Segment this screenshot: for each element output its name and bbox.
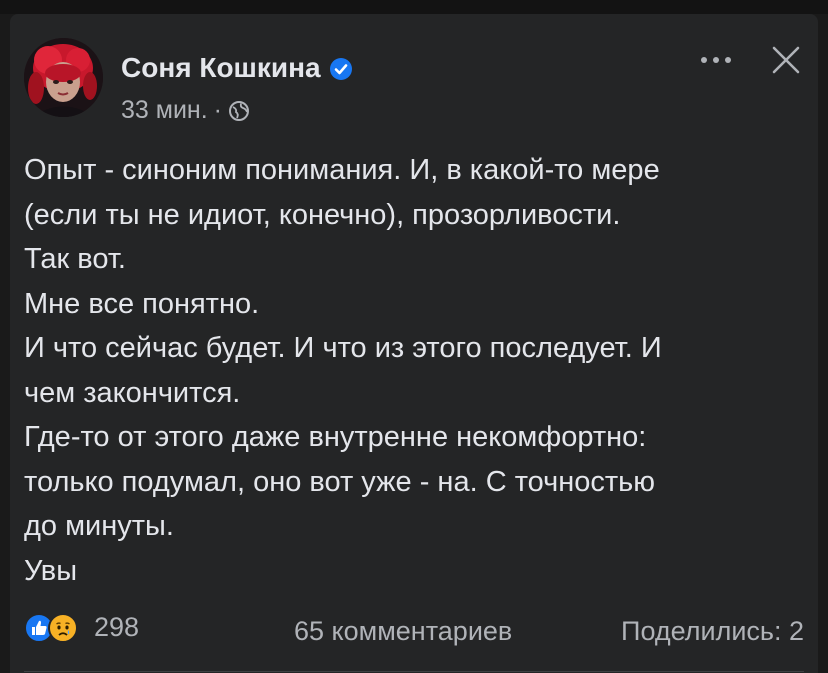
globe-icon[interactable] — [228, 100, 250, 122]
reactions-summary[interactable]: 298 — [24, 612, 139, 643]
post-text-line: И что сейчас будет. И что из этого после… — [24, 332, 662, 364]
top-strip — [0, 0, 828, 14]
post-text-line: Мне все понятно. — [24, 287, 260, 320]
footer-divider — [24, 671, 804, 672]
author-name[interactable]: Соня Кошкина — [121, 52, 321, 84]
post-time[interactable]: 33 мин. — [121, 96, 208, 125]
reaction-count[interactable]: 298 — [94, 612, 139, 643]
author-name-row[interactable]: Соня Кошкина — [121, 52, 353, 84]
avatar-image — [24, 38, 103, 117]
close-button[interactable] — [766, 40, 806, 80]
sad-reaction-icon — [48, 612, 78, 643]
author-avatar[interactable] — [24, 38, 103, 117]
post-text: Опыт - синоним понимания. И, в какой-то … — [24, 148, 814, 593]
post-text-line: Опыт - синоним понимания. И, в какой-то … — [24, 154, 660, 186]
more-options-button[interactable] — [694, 44, 738, 76]
verified-badge-icon — [329, 56, 353, 80]
post-footer: 298 65 комментариев Поделились: 2 — [24, 610, 804, 650]
post-card: Соня Кошкина 33 мин. · Опыт - синоним по… — [10, 14, 818, 673]
post-meta: 33 мин. · — [121, 96, 250, 125]
post-text-line: до минуты. — [24, 510, 174, 542]
post-text-line: Увы — [24, 554, 78, 587]
post-text-line: Где-то от этого даже внутренне некомфорт… — [24, 421, 647, 453]
close-icon — [772, 46, 800, 74]
more-options-icon — [701, 57, 731, 63]
post-text-line: чем закончится. — [24, 376, 241, 409]
post-text-line: (если ты не идиот, конечно), прозорливос… — [24, 198, 621, 231]
post-text-line: только подумал, оно вот уже - на. С точн… — [24, 465, 656, 498]
shares-count-link[interactable]: Поделились: 2 — [621, 616, 804, 647]
post-text-line: Так вот. — [24, 243, 126, 275]
comments-count-link[interactable]: 65 комментариев — [294, 616, 512, 647]
meta-separator: · — [213, 96, 222, 124]
